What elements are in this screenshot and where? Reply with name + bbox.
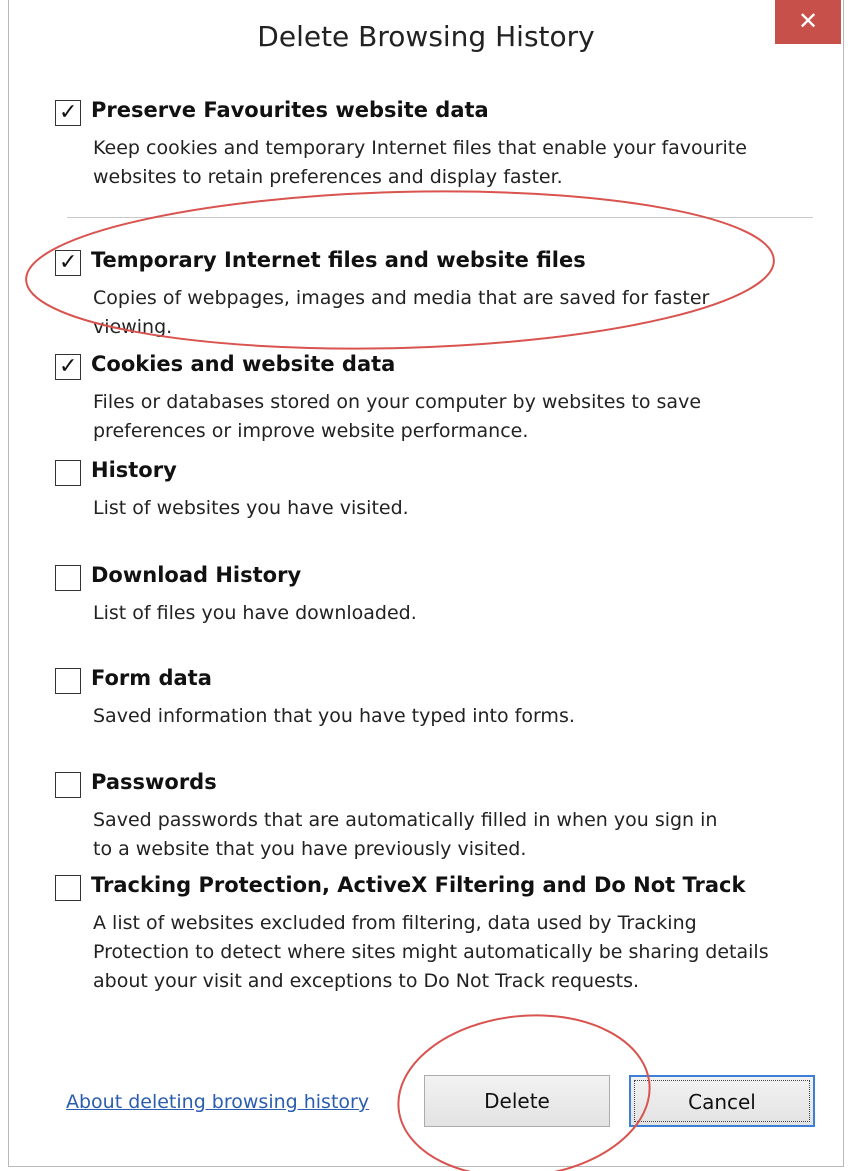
checkbox-passwords[interactable]	[55, 772, 81, 798]
option-cookies: ✓ Cookies and website data Files or data…	[55, 352, 815, 446]
checkbox-preserve-favourites[interactable]: ✓	[55, 100, 81, 126]
option-description: Keep cookies and temporary Internet file…	[93, 137, 747, 188]
option-label: Passwords	[91, 770, 217, 794]
divider	[67, 217, 813, 218]
option-description: Copies of webpages, images and media tha…	[93, 287, 710, 338]
cancel-button[interactable]: Cancel	[629, 1075, 815, 1127]
delete-button[interactable]: Delete	[424, 1075, 610, 1127]
option-label: Temporary Internet files and website fil…	[91, 248, 586, 272]
option-download-history: Download History List of files you have …	[55, 563, 815, 628]
title-bar: Delete Browsing History ✕	[9, 0, 843, 80]
check-icon: ✓	[59, 354, 78, 379]
close-button[interactable]: ✕	[775, 0, 841, 44]
checkbox-history[interactable]	[55, 460, 81, 486]
option-label: Tracking Protection, ActiveX Filtering a…	[91, 873, 746, 897]
checkbox-temporary-internet-files[interactable]: ✓	[55, 250, 81, 276]
checkbox-tracking-protection[interactable]	[55, 875, 81, 901]
option-passwords: Passwords Saved passwords that are autom…	[55, 770, 815, 864]
option-description: Saved information that you have typed in…	[93, 705, 575, 727]
option-label: Cookies and website data	[91, 352, 396, 376]
delete-browsing-history-dialog: Delete Browsing History ✕ ✓ Preserve Fav…	[8, 0, 844, 1167]
check-icon: ✓	[59, 250, 78, 275]
close-icon: ✕	[797, 7, 819, 35]
option-description: Files or databases stored on your comput…	[93, 391, 702, 442]
option-label: Preserve Favourites website data	[91, 98, 489, 122]
option-description: List of websites you have visited.	[93, 497, 409, 519]
option-tracking-protection: Tracking Protection, ActiveX Filtering a…	[55, 873, 815, 996]
check-icon: ✓	[59, 100, 78, 125]
option-description: A list of websites excluded from filteri…	[93, 912, 769, 992]
option-description: List of files you have downloaded.	[93, 602, 417, 624]
option-form-data: Form data Saved information that you hav…	[55, 666, 815, 731]
about-deleting-history-link[interactable]: About deleting browsing history	[66, 1091, 369, 1113]
option-temporary-internet-files: ✓ Temporary Internet files and website f…	[55, 248, 815, 342]
option-history: History List of websites you have visite…	[55, 458, 815, 523]
checkbox-cookies[interactable]: ✓	[55, 354, 81, 380]
cancel-button-label: Cancel	[688, 1090, 756, 1114]
option-label: Form data	[91, 666, 212, 690]
checkbox-form-data[interactable]	[55, 668, 81, 694]
option-description: Saved passwords that are automatically f…	[93, 809, 718, 860]
dialog-title: Delete Browsing History	[257, 20, 595, 53]
option-label: History	[91, 458, 177, 482]
checkbox-download-history[interactable]	[55, 565, 81, 591]
option-preserve-favourites: ✓ Preserve Favourites website data Keep …	[55, 98, 815, 192]
option-label: Download History	[91, 563, 302, 587]
